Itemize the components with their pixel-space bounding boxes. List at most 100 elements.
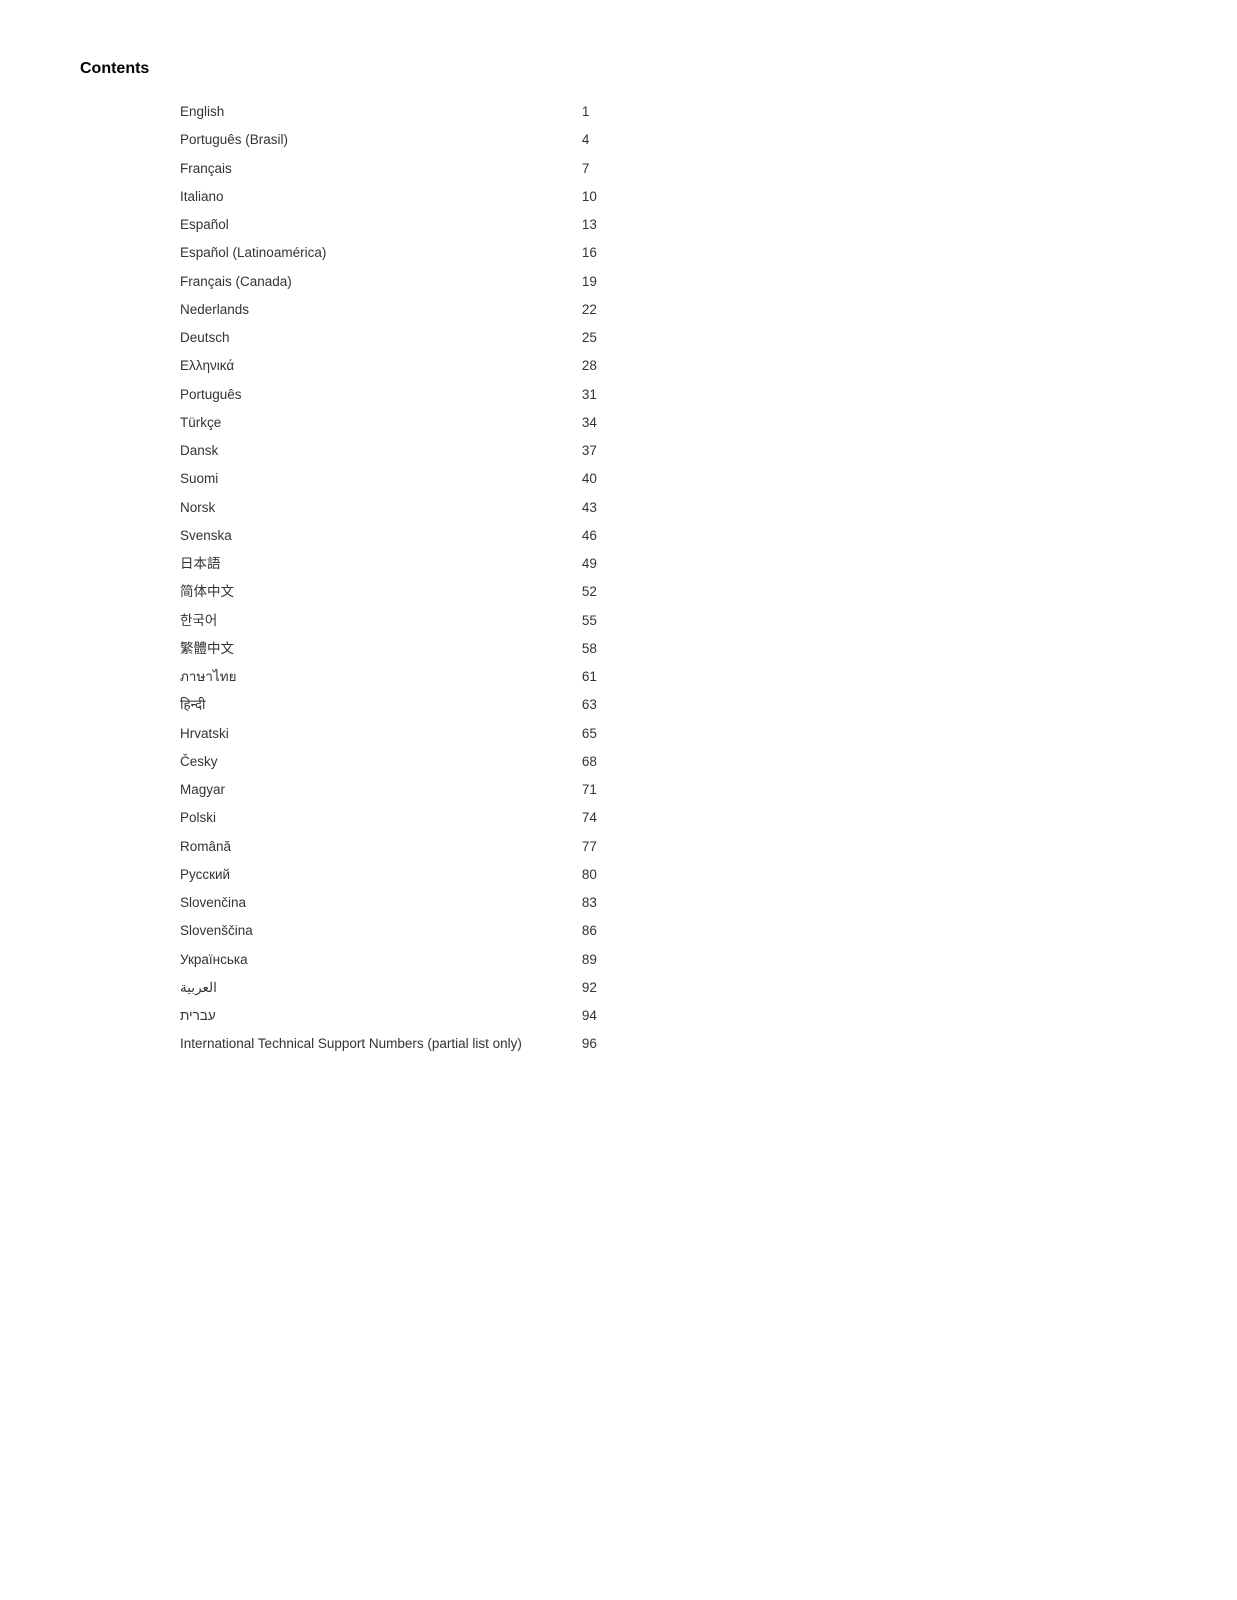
toc-page-number: 63 — [522, 691, 597, 719]
toc-language-label: Français (Canada) — [180, 268, 522, 296]
toc-language-label: Nederlands — [180, 296, 522, 324]
list-item: Polski74 — [180, 804, 597, 832]
list-item: Norsk43 — [180, 494, 597, 522]
list-item: Українська89 — [180, 946, 597, 974]
toc-page-number: 83 — [522, 889, 597, 917]
toc-language-label: Türkçe — [180, 409, 522, 437]
toc-language-label: Svenska — [180, 522, 522, 550]
toc-page-number: 37 — [522, 437, 597, 465]
toc-page-number: 22 — [522, 296, 597, 324]
toc-language-label: Português (Brasil) — [180, 126, 522, 154]
toc-page-number: 34 — [522, 409, 597, 437]
list-item: हिन्दी63 — [180, 691, 597, 719]
toc-language-label: Русский — [180, 861, 522, 889]
toc-page-number: 86 — [522, 917, 597, 945]
toc-language-label: Polski — [180, 804, 522, 832]
toc-page-number: 25 — [522, 324, 597, 352]
toc-language-label: Slovenčina — [180, 889, 522, 917]
list-item: Português (Brasil)4 — [180, 126, 597, 154]
toc-page-number: 58 — [522, 635, 597, 663]
list-item: International Technical Support Numbers … — [180, 1030, 597, 1058]
list-item: Nederlands22 — [180, 296, 597, 324]
toc-language-label: Slovenščina — [180, 917, 522, 945]
toc-language-label: العربية — [180, 974, 522, 1002]
toc-page-number: 77 — [522, 833, 597, 861]
list-item: Español13 — [180, 211, 597, 239]
toc-language-label: Українська — [180, 946, 522, 974]
toc-page-number: 94 — [522, 1002, 597, 1030]
toc-page-number: 80 — [522, 861, 597, 889]
toc-page-number: 4 — [522, 126, 597, 154]
toc-page-number: 46 — [522, 522, 597, 550]
list-item: Türkçe34 — [180, 409, 597, 437]
toc-page-number: 52 — [522, 578, 597, 606]
toc-language-label: International Technical Support Numbers … — [180, 1030, 522, 1058]
toc-language-label: Deutsch — [180, 324, 522, 352]
toc-language-label: ภาษาไทย — [180, 663, 522, 691]
toc-page-number: 43 — [522, 494, 597, 522]
page-title: Contents — [80, 60, 1157, 78]
list-item: Português31 — [180, 381, 597, 409]
list-item: Français7 — [180, 155, 597, 183]
list-item: ภาษาไทย61 — [180, 663, 597, 691]
toc-page-number: 68 — [522, 748, 597, 776]
list-item: Česky68 — [180, 748, 597, 776]
list-item: 简体中文52 — [180, 578, 597, 606]
toc-language-label: 日本語 — [180, 550, 522, 578]
page-container: Contents English1Português (Brasil)4Fran… — [80, 60, 1157, 1059]
toc-page-number: 31 — [522, 381, 597, 409]
list-item: Suomi40 — [180, 465, 597, 493]
list-item: 한국어55 — [180, 607, 597, 635]
list-item: Svenska46 — [180, 522, 597, 550]
list-item: English1 — [180, 98, 597, 126]
list-item: 日本語49 — [180, 550, 597, 578]
list-item: Italiano10 — [180, 183, 597, 211]
toc-page-number: 7 — [522, 155, 597, 183]
toc-page-number: 55 — [522, 607, 597, 635]
toc-language-label: עברית — [180, 1002, 522, 1030]
toc-language-label: Suomi — [180, 465, 522, 493]
toc-page-number: 61 — [522, 663, 597, 691]
toc-language-label: 繁體中文 — [180, 635, 522, 663]
toc-page-number: 16 — [522, 239, 597, 267]
toc-language-label: Česky — [180, 748, 522, 776]
toc-language-label: Français — [180, 155, 522, 183]
list-item: Español (Latinoamérica)16 — [180, 239, 597, 267]
toc-page-number: 71 — [522, 776, 597, 804]
list-item: Dansk37 — [180, 437, 597, 465]
toc-page-number: 92 — [522, 974, 597, 1002]
list-item: Slovenčina83 — [180, 889, 597, 917]
toc-page-number: 96 — [522, 1030, 597, 1058]
toc-language-label: Norsk — [180, 494, 522, 522]
toc-language-label: Română — [180, 833, 522, 861]
toc-language-label: Español — [180, 211, 522, 239]
toc-language-label: English — [180, 98, 522, 126]
toc-page-number: 10 — [522, 183, 597, 211]
toc-page-number: 49 — [522, 550, 597, 578]
toc-table: English1Português (Brasil)4Français7Ital… — [180, 98, 597, 1059]
list-item: Magyar71 — [180, 776, 597, 804]
toc-page-number: 89 — [522, 946, 597, 974]
toc-page-number: 28 — [522, 352, 597, 380]
list-item: Русский80 — [180, 861, 597, 889]
list-item: Ελληνικά28 — [180, 352, 597, 380]
list-item: Slovenščina86 — [180, 917, 597, 945]
toc-language-label: Hrvatski — [180, 720, 522, 748]
toc-language-label: Italiano — [180, 183, 522, 211]
list-item: Deutsch25 — [180, 324, 597, 352]
toc-page-number: 1 — [522, 98, 597, 126]
toc-language-label: Ελληνικά — [180, 352, 522, 380]
toc-page-number: 13 — [522, 211, 597, 239]
toc-language-label: 한국어 — [180, 607, 522, 635]
list-item: 繁體中文58 — [180, 635, 597, 663]
list-item: العربية92 — [180, 974, 597, 1002]
toc-language-label: Português — [180, 381, 522, 409]
toc-page-number: 19 — [522, 268, 597, 296]
list-item: Français (Canada)19 — [180, 268, 597, 296]
toc-page-number: 74 — [522, 804, 597, 832]
list-item: Română77 — [180, 833, 597, 861]
list-item: Hrvatski65 — [180, 720, 597, 748]
toc-page-number: 40 — [522, 465, 597, 493]
list-item: עברית94 — [180, 1002, 597, 1030]
toc-language-label: हिन्दी — [180, 691, 522, 719]
